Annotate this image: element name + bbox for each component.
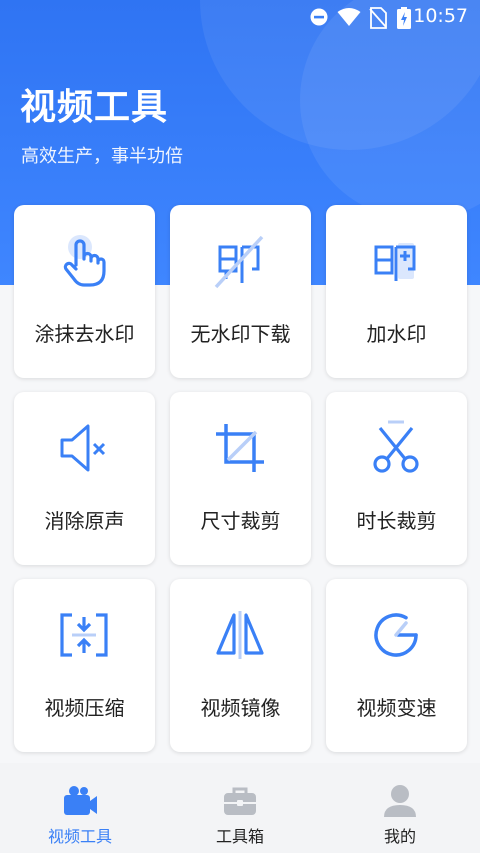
status-bar: 10:57 <box>0 0 480 34</box>
mirror-icon <box>216 611 264 659</box>
tab-label: 我的 <box>383 827 416 846</box>
tab-toolbox[interactable]: 工具箱 <box>160 763 320 853</box>
do-not-disturb-icon <box>310 8 328 26</box>
mute-icon <box>60 424 106 472</box>
battery-charging-icon <box>397 7 411 29</box>
tab-label: 视频工具 <box>47 827 112 846</box>
crop-icon <box>216 424 264 472</box>
speed-icon <box>374 613 418 657</box>
tool-card-video-mirror[interactable]: 视频镜像 <box>170 579 311 752</box>
tool-card-add-watermark[interactable]: 加水印 <box>326 205 467 378</box>
bottom-tab-bar: 视频工具 工具箱 我的 <box>0 763 480 853</box>
tool-label: 涂抹去水印 <box>34 322 135 346</box>
tool-card-video-compress[interactable]: 视频压缩 <box>14 579 155 752</box>
page-subtitle: 高效生产，事半功倍 <box>21 146 183 167</box>
tool-label: 无水印下载 <box>190 322 291 346</box>
wifi-icon <box>337 8 361 26</box>
clock: 10:57 <box>413 5 468 27</box>
tool-card-duration-trim[interactable]: 时长裁剪 <box>326 392 467 565</box>
user-icon <box>384 785 416 817</box>
tool-card-no-watermark-download[interactable]: 无水印下载 <box>170 205 311 378</box>
tool-label: 加水印 <box>366 322 427 346</box>
tool-card-smudge-remove-watermark[interactable]: 涂抹去水印 <box>14 205 155 378</box>
compress-icon <box>60 613 108 657</box>
no-watermark-icon <box>214 235 264 289</box>
tool-label: 视频变速 <box>356 696 437 720</box>
tool-label: 时长裁剪 <box>356 509 437 533</box>
tool-label: 视频镜像 <box>200 696 281 720</box>
tool-card-video-speed[interactable]: 视频变速 <box>326 579 467 752</box>
toolbox-icon <box>224 787 256 815</box>
video-camera-icon <box>64 786 97 815</box>
tool-label: 消除原声 <box>44 509 125 533</box>
scissors-icon <box>373 420 419 473</box>
tool-card-remove-audio[interactable]: 消除原声 <box>14 392 155 565</box>
tab-label: 工具箱 <box>215 827 264 846</box>
tool-card-size-crop[interactable]: 尺寸裁剪 <box>170 392 311 565</box>
tab-mine[interactable]: 我的 <box>320 763 480 853</box>
no-sim-icon <box>369 7 387 29</box>
tab-video-tools[interactable]: 视频工具 <box>0 763 160 853</box>
tap-hand-icon <box>63 235 106 287</box>
page-title: 视频工具 <box>20 87 169 128</box>
add-watermark-icon <box>374 243 416 281</box>
tool-label: 尺寸裁剪 <box>200 509 281 533</box>
tool-label: 视频压缩 <box>44 696 125 720</box>
